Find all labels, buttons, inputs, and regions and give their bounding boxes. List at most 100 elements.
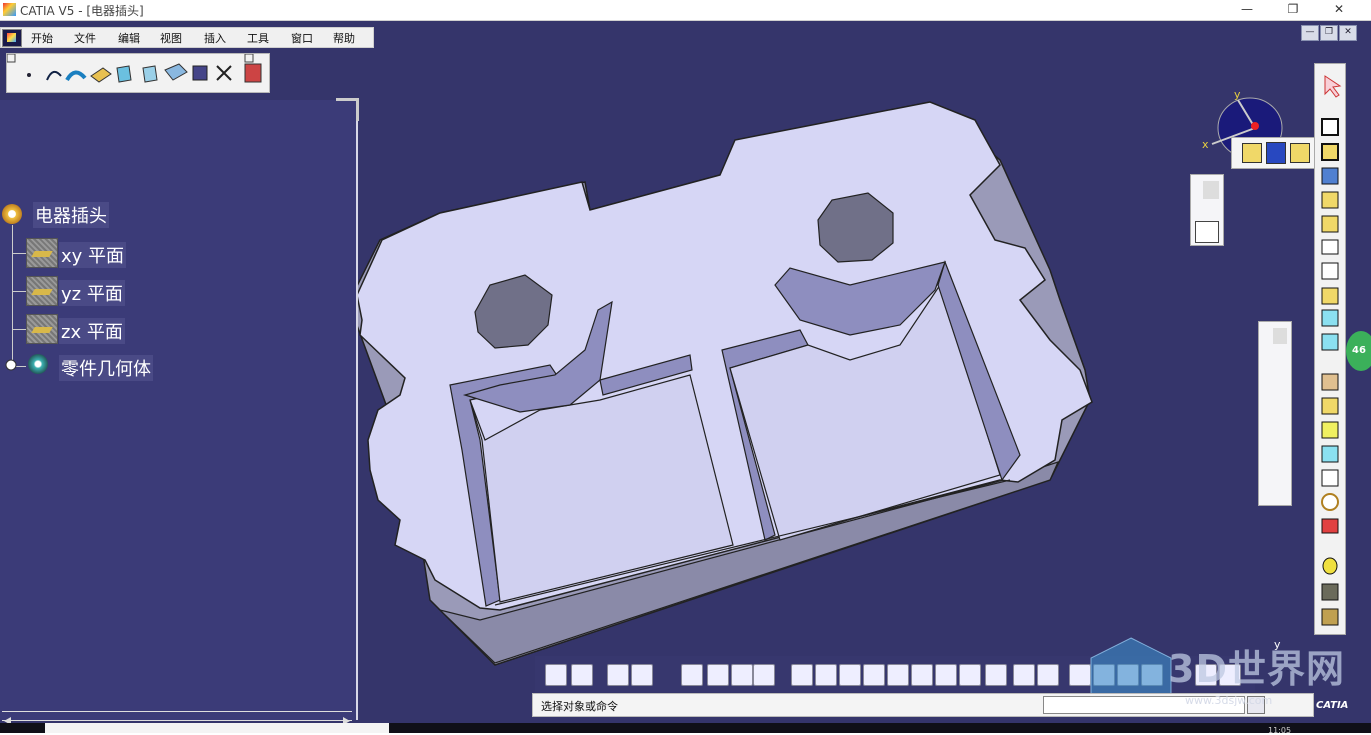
menu-window[interactable]: 窗口 [291,30,313,46]
compass-x-label: x [1202,138,1209,151]
compass-origin [1251,122,1259,130]
table-icon[interactable] [681,664,703,686]
rotate-icon[interactable] [863,664,885,686]
floating-toolbar [1258,321,1292,506]
zoom-out-icon[interactable] [911,664,933,686]
plane-view-icon-2[interactable] [1290,143,1310,163]
hole-icon [1321,215,1339,233]
tree-line [12,225,13,365]
doc-restore-button[interactable]: ❐ [1320,25,1338,41]
sweep-icon [65,70,87,82]
tree-scrollbar[interactable] [2,711,352,725]
comment-icon[interactable] [631,664,653,686]
measure-icon [1321,583,1339,601]
expand-node-icon[interactable] [4,358,20,374]
pocket-icon [142,65,158,83]
menu-view[interactable]: 视图 [160,30,182,46]
select-arrow-icon [1324,75,1342,98]
part-design-toolbar-icons [1321,75,1342,626]
tree-zx-plane[interactable]: zx 平面 [59,318,125,344]
redo-icon[interactable] [571,664,593,686]
iso-view-icon[interactable] [959,664,981,686]
menu-edit[interactable]: 编辑 [118,30,140,46]
menu-file[interactable]: 文件 [74,30,96,46]
thread-icon [1321,493,1339,511]
rib-icon [1321,239,1339,255]
shaft-icon [164,63,188,81]
normal-view-icon[interactable] [935,664,957,686]
menu-start[interactable]: 开始 [31,30,53,46]
tree-view-icon[interactable] [707,664,729,686]
catia-menu-icon[interactable] [2,29,22,47]
tree-xy-plane[interactable]: xy 平面 [59,242,127,268]
pad-icon [116,65,132,83]
doc-close-button[interactable]: ✕ [1339,25,1357,41]
fly-mode-icon[interactable] [791,664,813,686]
parameters-icon[interactable] [753,664,775,686]
taskbar-item[interactable] [45,723,389,733]
catia-logo: CATIA [1316,700,1349,711]
shading-icon[interactable] [985,664,1007,686]
tree-branch [12,253,26,254]
menu-insert[interactable]: 插入 [204,30,226,46]
spline-icon [46,70,62,81]
body-gear-icon[interactable] [28,354,48,374]
sketch-toolbar [6,53,270,93]
view-orientation-toolbar [1231,137,1315,169]
plane-view-icon[interactable] [1242,143,1262,163]
analysis-icon [1321,608,1339,626]
tree-yz-plane[interactable]: yz 平面 [59,280,125,306]
plane-icon[interactable] [26,276,58,306]
menu-tools[interactable]: 工具 [247,30,269,46]
material-icon [244,63,262,83]
zoom-in-icon[interactable] [887,664,909,686]
undo-icon[interactable] [545,664,567,686]
watermark-url: www.3dsjw.com [1185,694,1273,707]
sketcher-toolbar [1190,174,1224,246]
part-gear-icon[interactable] [2,204,22,224]
iso-view-icon[interactable] [1266,142,1286,164]
part-design-toolbar [1314,63,1346,635]
swap-space-icon[interactable] [1037,664,1059,686]
formula-icon[interactable] [607,664,629,686]
tree-root-part[interactable]: 电器插头 [33,202,109,228]
cut-icon [216,65,232,81]
extrude-icon [90,67,112,83]
hide-show-icon[interactable] [1013,664,1035,686]
tree-branch [12,329,26,330]
lock-icon[interactable] [731,664,753,686]
watermark-text: 3D世界网 [1168,647,1345,691]
tree-corner-bracket [336,98,359,121]
sketcher-grip [1203,181,1219,199]
menu-help[interactable]: 帮助 [333,30,355,46]
pad-icon [1321,118,1339,136]
stiffener-icon [1321,287,1339,305]
fit-all-icon[interactable] [815,664,837,686]
sketch-toolbar-icons [6,53,262,83]
spec-tree-panel [0,100,358,720]
loft-icon [1321,309,1339,327]
doc-minimize-button[interactable]: — [1301,25,1319,41]
thickness-icon [1321,469,1339,487]
compass-y-label: y [1234,88,1241,101]
taskbar [0,723,1371,733]
toolbar-grip-2 [244,53,254,63]
chamfer-icon [1321,397,1339,415]
remove-loft-icon [1321,333,1339,351]
grid-icon [192,65,208,81]
draft-icon [1321,421,1339,439]
sketch-icon[interactable] [1195,221,1219,243]
status-prompt: 选择对象或命令 [541,700,618,713]
split-icon [1321,518,1339,534]
plane-icon[interactable] [26,238,58,268]
plane-icon[interactable] [26,314,58,344]
point-icon [27,73,31,77]
apply-material-icon [1322,557,1338,575]
tree-part-body[interactable]: 零件几何体 [59,355,153,381]
toolbar-grip [6,53,16,63]
pan-icon[interactable] [839,664,861,686]
shell-icon [1321,445,1339,463]
notification-badge[interactable]: 46 [1346,331,1371,371]
tree-branch [12,291,26,292]
taskbar-clock: 11:05 [1268,726,1292,735]
